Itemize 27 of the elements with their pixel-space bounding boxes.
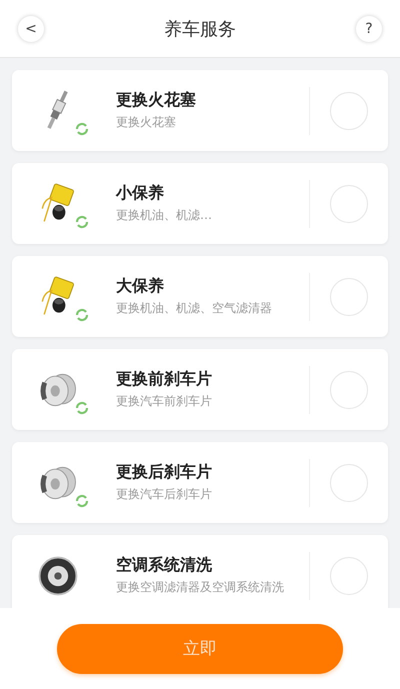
service-name: 大保养: [116, 276, 165, 297]
back-button[interactable]: <: [18, 16, 44, 42]
service-name: 空调系统清洗: [116, 555, 213, 576]
service-name: 更换前刹车片: [116, 369, 213, 390]
service-description: 更换机油、机滤…: [116, 207, 213, 224]
service-card[interactable]: 小保养 更换机油、机滤…: [12, 163, 388, 244]
service-card[interactable]: 空调系统清洗 更换空调滤清器及空调系统清洗: [12, 535, 388, 608]
select-radio[interactable]: [330, 556, 368, 594]
service-card[interactable]: 更换火花塞 更换火花塞: [12, 70, 388, 151]
service-card[interactable]: 更换前刹车片 更换汽车前刹车片: [12, 349, 388, 430]
select-radio[interactable]: [330, 370, 368, 408]
service-card[interactable]: 大保养 更换机油、机滤、空气滤清器: [12, 256, 388, 337]
service-name: 小保养: [116, 183, 165, 204]
select-radio[interactable]: [330, 278, 368, 316]
service-description: 更换火花塞: [116, 114, 177, 131]
service-name: 更换后刹车片: [116, 462, 213, 483]
select-radio[interactable]: [330, 464, 368, 502]
service-description: 更换空调滤清器及空调系统清洗: [116, 579, 285, 596]
service-card[interactable]: 更换后刹车片 更换汽车后刹车片: [12, 442, 388, 523]
select-radio[interactable]: [330, 184, 368, 222]
select-radio[interactable]: [330, 92, 368, 130]
page-title: 养车服务: [164, 18, 236, 40]
help-button[interactable]: ?: [356, 16, 382, 42]
service-description: 更换机油、机滤、空气滤清器: [116, 300, 273, 317]
service-description: 更换汽车前刹车片: [116, 393, 213, 410]
service-description: 更换汽车后刹车片: [116, 486, 213, 503]
service-name: 更换火花塞: [116, 90, 197, 111]
